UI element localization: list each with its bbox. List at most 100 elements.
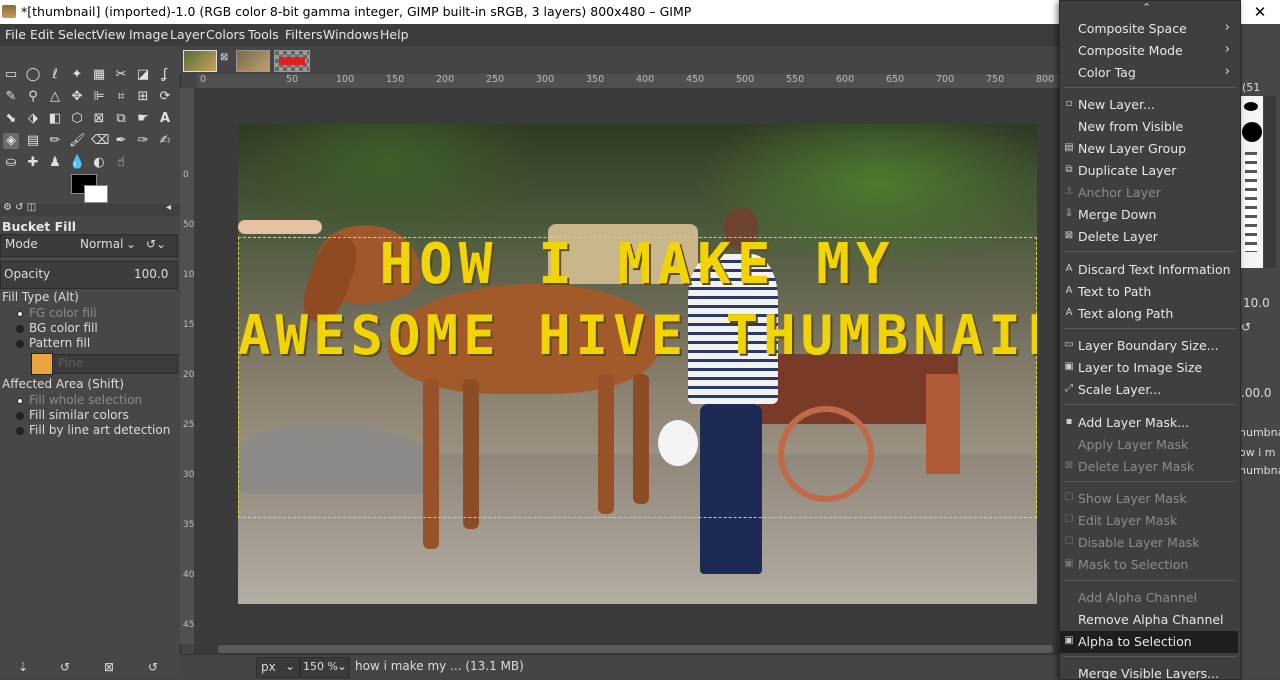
menu-item-scale-layer[interactable]: ⤢ Scale Layer...	[1060, 379, 1238, 401]
handle-transform-icon[interactable]: ⧉	[113, 111, 129, 127]
menu-item-disable-layer-mask[interactable]: ☐ Disable Layer Mask	[1060, 532, 1238, 554]
reset-icon[interactable]: ↺	[1241, 320, 1251, 334]
fuzzy-select-icon[interactable]: ✦	[69, 67, 85, 83]
warp-icon[interactable]: ⊠	[91, 111, 107, 127]
gradient-icon[interactable]: ▤	[25, 133, 41, 149]
menu-item-new-from-visible[interactable]: New from Visible	[1060, 116, 1238, 138]
tab-tool-options-icon[interactable]: ⚙ ↺ ◫	[3, 202, 36, 213]
close-window-button[interactable]: ✕	[1240, 0, 1280, 24]
menu-view[interactable]: View	[96, 27, 126, 42]
fill-line-art-radio[interactable]: Fill by line art detection	[16, 423, 170, 437]
zoom-select[interactable]: 150 % ⌄	[300, 657, 350, 678]
unit-select[interactable]: px ⌄	[256, 657, 300, 678]
layer-name[interactable]: humbnail	[1239, 426, 1280, 439]
blur-icon[interactable]: 💧	[69, 155, 85, 171]
scrollbar-thumb[interactable]	[218, 645, 1053, 653]
delete-options-icon[interactable]: ⊠	[104, 660, 114, 674]
menu-item-layer-to-image-size[interactable]: ▣ Layer to Image Size	[1060, 357, 1238, 379]
menu-item-color-tag[interactable]: Color Tag ›	[1060, 62, 1238, 84]
unified-transform-icon[interactable]: ⊞	[135, 89, 151, 105]
paintbrush-icon[interactable]: 🖌	[69, 133, 86, 149]
brush-preview[interactable]	[1245, 152, 1257, 252]
ellipse-select-icon[interactable]: ◯	[25, 67, 41, 83]
smudge-finger-icon[interactable]: ☝	[113, 155, 129, 171]
opacity-value[interactable]: 100.0	[134, 267, 168, 281]
layer-name[interactable]: humbnai	[1239, 464, 1280, 477]
color-picker-icon[interactable]: ✎	[3, 89, 19, 105]
menu-item-apply-layer-mask[interactable]: Apply Layer Mask	[1060, 434, 1238, 456]
vertical-ruler[interactable]: 0 50 100 150 200 250 300 350 400 450	[180, 88, 200, 644]
reset-mode-icon[interactable]: ↺⌄	[146, 237, 166, 251]
menu-layer[interactable]: Layer	[170, 27, 205, 42]
bucket-fill-icon[interactable]: ◈	[3, 133, 19, 149]
move-icon[interactable]: ✥	[69, 89, 85, 105]
menu-help[interactable]: Help	[380, 27, 409, 42]
menu-filters[interactable]: Filters	[285, 27, 322, 42]
menu-item-text-along-path[interactable]: A Text along Path	[1060, 303, 1238, 325]
select-by-color-icon[interactable]: ▦	[91, 67, 107, 83]
smudge-icon[interactable]: ☛	[135, 111, 151, 127]
brushes-panel[interactable]	[1241, 96, 1263, 268]
menu-item-alpha-to-selection[interactable]: ▣ Alpha to Selection	[1060, 631, 1238, 653]
panel-menu-icon[interactable]: ◂	[166, 202, 171, 213]
heal-icon[interactable]: ✚	[25, 155, 41, 171]
paths-icon[interactable]: ʆ	[157, 67, 173, 83]
horizontal-ruler[interactable]: 0 50 100 150 200 250 300 350 400 450 500…	[197, 74, 1060, 89]
airbrush-icon[interactable]: ✒	[113, 133, 129, 149]
eraser-icon[interactable]: ⌫	[91, 133, 109, 149]
fg-color-fill-radio[interactable]: FG color fill	[16, 306, 97, 320]
mypaint-brush-icon[interactable]: ✍	[157, 133, 173, 149]
menu-item-composite-mode[interactable]: Composite Mode ›	[1060, 40, 1238, 62]
menu-colors[interactable]: Colors	[206, 27, 245, 42]
menu-item-duplicate-layer[interactable]: ⧉ Duplicate Layer	[1060, 160, 1238, 182]
shear-icon[interactable]: ⬊	[3, 111, 19, 127]
image-tab-1[interactable]	[183, 50, 217, 72]
brush-preview[interactable]	[1242, 122, 1262, 142]
rect-select-icon[interactable]: ▭	[3, 67, 19, 83]
chevron-down-icon[interactable]: ⌄	[126, 237, 136, 251]
opacity-value-dock[interactable]: .00.0	[1241, 386, 1272, 400]
menu-item-new-layer-group[interactable]: ▤ New Layer Group	[1060, 138, 1238, 160]
scissors-icon[interactable]: ✂	[113, 67, 129, 83]
pattern-swatch[interactable]	[31, 353, 53, 375]
text-tool-icon[interactable]: A	[157, 111, 173, 127]
pencil-icon[interactable]: ✏	[47, 133, 63, 149]
menu-item-discard-text-information[interactable]: A Discard Text Information	[1060, 259, 1238, 281]
dodge-burn-icon[interactable]: ◐	[91, 155, 107, 171]
menu-file[interactable]: File	[5, 27, 26, 42]
fill-similar-colors-radio[interactable]: Fill similar colors	[16, 408, 129, 422]
menu-item-delete-layer[interactable]: ⊠ Delete Layer	[1060, 226, 1238, 248]
clone-icon[interactable]: ⛀	[3, 155, 19, 171]
menu-item-new-layer[interactable]: ▫ New Layer...	[1060, 94, 1238, 116]
menu-item-text-to-path[interactable]: A Text to Path	[1060, 281, 1238, 303]
menu-image[interactable]: Image	[129, 27, 168, 42]
bg-color-fill-radio[interactable]: BG color fill	[16, 321, 98, 335]
menu-item-edit-layer-mask[interactable]: ☐ Edit Layer Mask	[1060, 510, 1238, 532]
image-tab-2[interactable]	[236, 50, 270, 72]
close-tab-icon[interactable]: ⊠	[220, 52, 228, 63]
foreground-select-icon[interactable]: ◪	[135, 67, 151, 83]
perspective-icon[interactable]: ⬗	[25, 111, 41, 127]
menu-tools[interactable]: Tools	[248, 27, 279, 42]
menu-select[interactable]: Select	[58, 27, 97, 42]
layer-name[interactable]: ow i m	[1239, 446, 1276, 459]
pattern-fill-radio[interactable]: Pattern fill	[16, 336, 90, 350]
image-tab-3[interactable]	[274, 50, 310, 72]
mode-select[interactable]: Normal	[80, 237, 123, 251]
background-color-swatch[interactable]	[84, 185, 108, 203]
cage-icon[interactable]: ⬡	[69, 111, 85, 127]
save-options-icon[interactable]: ⇣	[18, 660, 28, 674]
ink-icon[interactable]: ✑	[135, 133, 151, 149]
rotate-icon[interactable]: ⟳	[157, 89, 173, 105]
horizontal-scrollbar[interactable]	[194, 644, 1060, 654]
scroll-up-icon[interactable]: ⌃	[1142, 1, 1151, 14]
perspective-clone-icon[interactable]: ♟	[47, 155, 63, 171]
menu-item-merge-down[interactable]: ⇩ Merge Down	[1060, 204, 1238, 226]
crop-icon[interactable]: ⌗	[113, 89, 129, 105]
brushes-scrollbar[interactable]	[1264, 96, 1276, 268]
menu-item-layer-boundary-size[interactable]: ▭ Layer Boundary Size...	[1060, 335, 1238, 357]
free-select-icon[interactable]: ℓ	[47, 67, 63, 83]
fill-whole-selection-radio[interactable]: Fill whole selection	[16, 393, 142, 407]
menu-item-remove-alpha-channel[interactable]: Remove Alpha Channel	[1060, 609, 1238, 631]
measure-icon[interactable]: △	[47, 89, 63, 105]
